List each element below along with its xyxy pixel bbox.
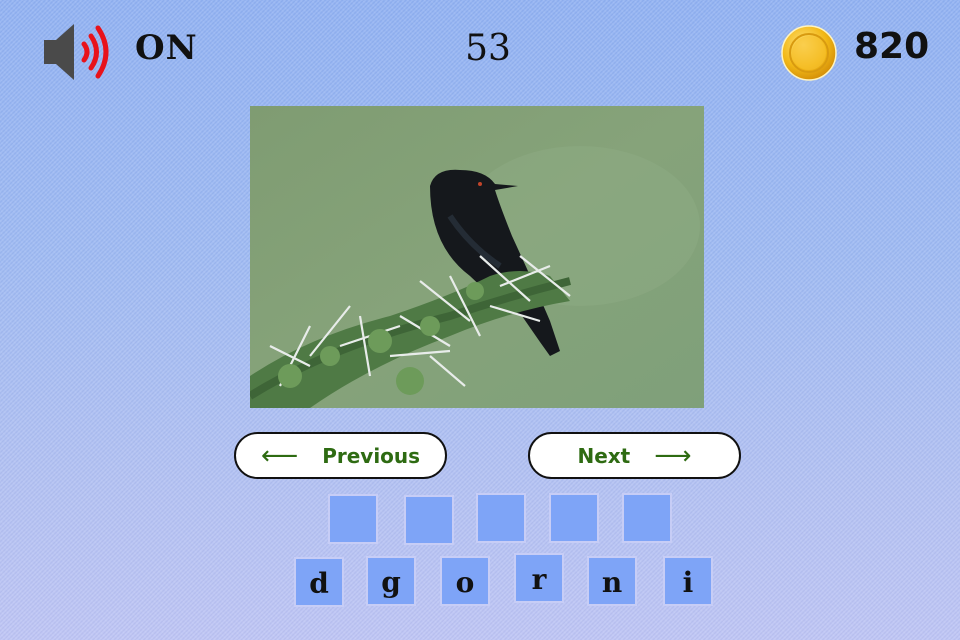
letter-tile[interactable]: g <box>366 556 416 606</box>
coin-count: 820 <box>854 26 930 67</box>
sound-toggle-button[interactable] <box>40 20 116 84</box>
gold-coin-icon <box>780 24 838 82</box>
level-number: 53 <box>465 28 511 69</box>
speaker-volume-icon <box>44 24 109 80</box>
arrow-right-icon: ⟶ <box>654 440 692 471</box>
previous-button-label: Previous <box>322 443 421 468</box>
letter-tile[interactable]: i <box>663 556 713 606</box>
answer-slot[interactable] <box>328 494 378 544</box>
puzzle-image <box>250 106 704 408</box>
previous-button[interactable]: ⟵ Previous <box>234 432 447 479</box>
next-button-label: Next <box>577 443 631 468</box>
letter-tile[interactable]: o <box>440 556 490 606</box>
next-button[interactable]: Next ⟶ <box>528 432 741 479</box>
arrow-left-icon: ⟵ <box>260 440 299 471</box>
answer-slot[interactable] <box>622 493 672 543</box>
letter-tile[interactable]: d <box>294 557 344 607</box>
answer-slot[interactable] <box>549 493 599 543</box>
answer-slot[interactable] <box>404 495 454 545</box>
sound-status-label: ON <box>135 28 198 68</box>
letter-tile[interactable]: n <box>587 556 637 606</box>
answer-slot[interactable] <box>476 493 526 543</box>
letter-tile[interactable]: r <box>514 553 564 603</box>
